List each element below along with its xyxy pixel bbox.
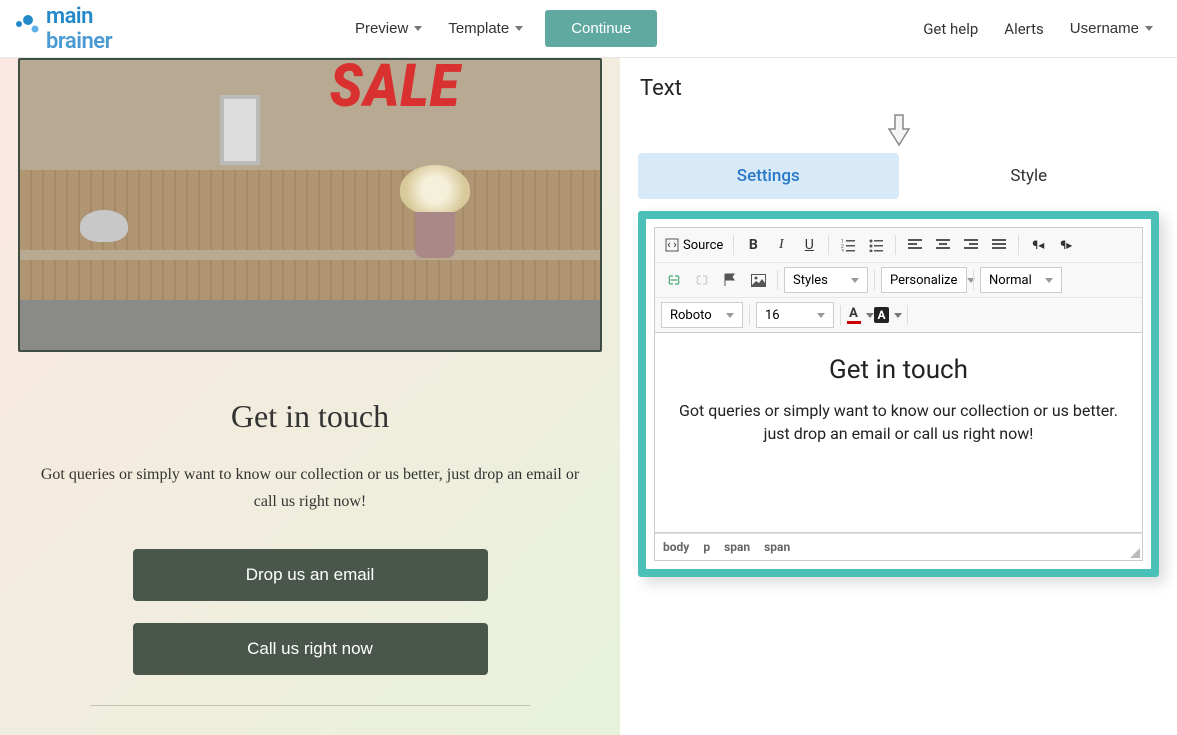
font-size-dropdown[interactable]: 16 — [756, 302, 834, 328]
preview-dropdown[interactable]: Preview — [351, 12, 426, 45]
personalize-dropdown[interactable]: Personalize — [881, 267, 967, 293]
hero-image: SALE — [20, 60, 600, 350]
alerts-link[interactable]: Alerts — [1004, 20, 1044, 38]
editor-heading: Get in touch — [671, 355, 1126, 385]
font-family-dropdown[interactable]: Roboto — [661, 302, 743, 328]
continue-button[interactable]: Continue — [545, 10, 657, 47]
editor-elements-path: body p span span — [654, 533, 1143, 561]
align-center-button[interactable] — [930, 232, 956, 258]
anchor-button[interactable] — [717, 267, 743, 293]
tab-style[interactable]: Style — [899, 153, 1160, 199]
tab-settings[interactable]: Settings — [638, 153, 899, 199]
path-item[interactable]: span — [764, 540, 790, 554]
unlink-button[interactable] — [689, 267, 715, 293]
logo[interactable]: mainbrainer — [12, 4, 112, 54]
hero-image-frame[interactable]: SALE — [18, 58, 602, 352]
link-icon — [666, 275, 682, 285]
main-split: SALE Get in touch Got queries or simply … — [0, 58, 1177, 735]
divider — [90, 705, 530, 706]
get-help-link[interactable]: Get help — [923, 20, 978, 38]
text-color-button[interactable]: A — [847, 302, 873, 328]
resize-grip-icon[interactable] — [1130, 548, 1140, 558]
path-item[interactable]: p — [703, 540, 710, 554]
unlink-icon — [694, 275, 710, 285]
align-center-icon — [936, 239, 950, 251]
ordered-list-button[interactable]: 123 — [835, 232, 861, 258]
unordered-list-icon — [869, 238, 884, 252]
align-right-button[interactable] — [958, 232, 984, 258]
tabs: Settings Style — [638, 153, 1159, 199]
arrow-down-icon — [885, 113, 913, 149]
logo-text: mainbrainer — [46, 4, 112, 54]
editor-body: Got queries or simply want to know our c… — [671, 399, 1126, 445]
align-justify-button[interactable] — [986, 232, 1012, 258]
bg-color-button[interactable]: A — [875, 302, 901, 328]
ordered-list-icon: 123 — [841, 238, 856, 252]
svg-text:3: 3 — [841, 249, 844, 252]
chevron-down-icon — [1145, 26, 1153, 31]
image-icon — [751, 274, 766, 287]
styles-dropdown[interactable]: Styles — [784, 267, 868, 293]
get-in-touch-block: Get in touch Got queries or simply want … — [0, 352, 620, 735]
link-button[interactable] — [661, 267, 687, 293]
align-right-icon — [964, 239, 978, 251]
flag-icon — [723, 273, 737, 287]
editor-content[interactable]: Get in touch Got queries or simply want … — [654, 333, 1143, 533]
block-format-dropdown[interactable]: Normal — [980, 267, 1062, 293]
align-left-button[interactable] — [902, 232, 928, 258]
editor-toolbar: Source B I U 123 — [654, 227, 1143, 333]
logo-dots-icon — [12, 15, 40, 43]
source-button[interactable]: Source — [661, 238, 727, 253]
path-item[interactable]: span — [724, 540, 750, 554]
inspector-pane: Text Settings Style Source B I U — [620, 58, 1177, 735]
path-item[interactable]: body — [663, 540, 689, 554]
chevron-down-icon — [515, 26, 523, 31]
chevron-down-icon — [414, 26, 422, 31]
align-justify-icon — [992, 239, 1006, 251]
call-button[interactable]: Call us right now — [133, 623, 488, 675]
block-body: Got queries or simply want to know our c… — [30, 461, 590, 515]
editor-highlight-frame: Source B I U 123 — [638, 211, 1159, 577]
nav-right: Get help Alerts Username — [896, 14, 1165, 44]
italic-button[interactable]: I — [768, 232, 794, 258]
divider — [896, 14, 897, 44]
nav-center: Preview Template Continue — [112, 10, 896, 47]
image-button[interactable] — [745, 267, 771, 293]
bold-button[interactable]: B — [740, 232, 766, 258]
align-left-icon — [908, 239, 922, 251]
sale-text: SALE — [330, 58, 460, 121]
panel-title: Text — [638, 58, 1159, 113]
rtl-button[interactable]: ¶▸ — [1053, 232, 1079, 258]
app-header: mainbrainer Preview Template Continue Ge… — [0, 0, 1177, 58]
template-dropdown[interactable]: Template — [444, 12, 527, 45]
email-button[interactable]: Drop us an email — [133, 549, 488, 601]
ltr-button[interactable]: ¶◂ — [1025, 232, 1051, 258]
block-title: Get in touch — [30, 398, 590, 435]
source-icon — [665, 238, 679, 252]
underline-button[interactable]: U — [796, 232, 822, 258]
username-dropdown[interactable]: Username — [1070, 20, 1153, 37]
preview-pane: SALE Get in touch Got queries or simply … — [0, 58, 620, 735]
unordered-list-button[interactable] — [863, 232, 889, 258]
